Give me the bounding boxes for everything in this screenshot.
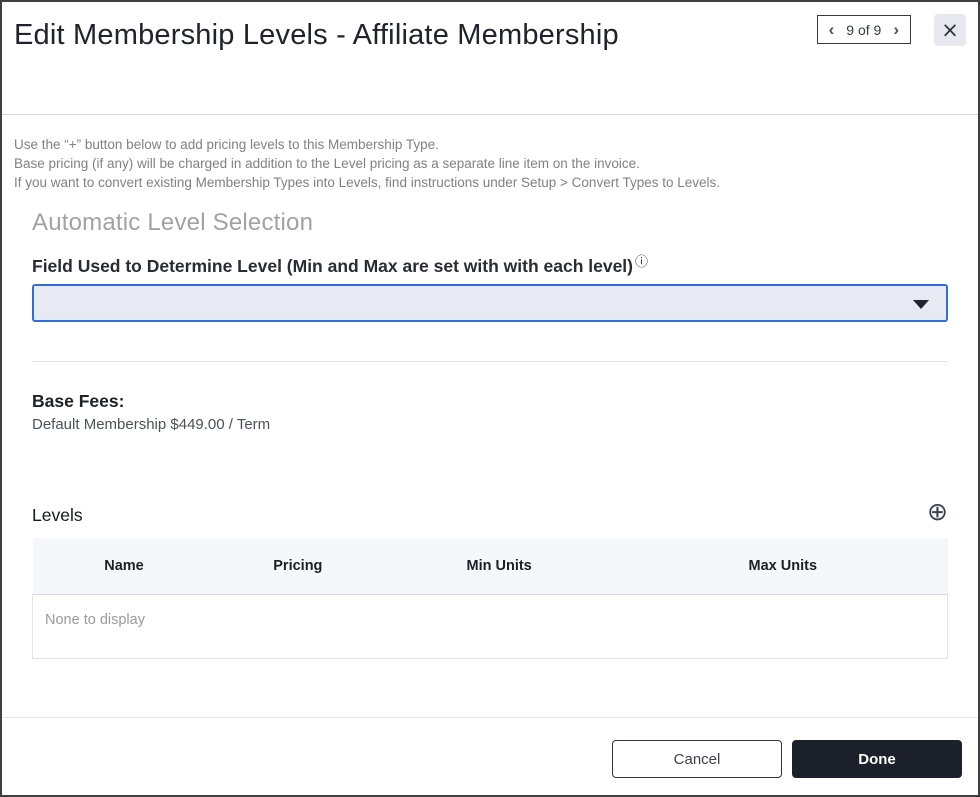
column-header-pricing: Pricing (216, 538, 381, 594)
dialog-header: Edit Membership Levels - Affiliate Membe… (2, 2, 978, 115)
levels-header-row: Levels ⊕ (32, 499, 948, 526)
edit-membership-levels-dialog: Edit Membership Levels - Affiliate Membe… (0, 0, 980, 797)
chevron-down-icon (913, 300, 929, 309)
dialog-title: Edit Membership Levels - Affiliate Membe… (14, 12, 619, 58)
dialog-content: Automatic Level Selection Field Used to … (2, 209, 978, 659)
levels-table: Name Pricing Min Units Max Units None to… (32, 538, 948, 659)
empty-state-message: None to display (45, 612, 935, 628)
header-controls: ‹ 9 of 9 › × (817, 12, 966, 46)
close-icon[interactable]: × (934, 14, 966, 46)
dialog-body: Use the “+” button below to add pricing … (2, 115, 978, 717)
pager-label: 9 of 9 (846, 22, 881, 38)
automatic-level-selection-heading: Automatic Level Selection (32, 209, 948, 237)
empty-state-cell: None to display (33, 594, 948, 658)
base-fees-heading: Base Fees: (32, 391, 948, 412)
pager-prev-icon[interactable]: ‹ (829, 21, 835, 38)
field-used-label-text: Field Used to Determine Level (Min and M… (32, 256, 633, 276)
instructions-text: Use the “+” button below to add pricing … (2, 115, 978, 192)
section-divider (32, 361, 948, 362)
levels-table-header-row: Name Pricing Min Units Max Units (33, 538, 948, 594)
instructions-line-3: If you want to convert existing Membersh… (14, 173, 966, 192)
info-icon[interactable]: ⓘ (635, 255, 648, 270)
column-header-min-units: Min Units (380, 538, 618, 594)
done-button[interactable]: Done (792, 740, 962, 778)
column-header-name: Name (33, 538, 216, 594)
instructions-line-1: Use the “+” button below to add pricing … (14, 135, 966, 154)
pager-next-icon[interactable]: › (893, 21, 899, 38)
levels-heading: Levels (32, 505, 83, 526)
add-level-icon[interactable]: ⊕ (927, 499, 948, 524)
cancel-button[interactable]: Cancel (612, 740, 782, 778)
column-header-max-units: Max Units (618, 538, 947, 594)
record-pager: ‹ 9 of 9 › (817, 15, 911, 44)
field-used-dropdown[interactable] (32, 284, 948, 322)
base-fees-detail: Default Membership $449.00 / Term (32, 416, 948, 433)
field-used-label: Field Used to Determine Level (Min and M… (32, 256, 948, 277)
levels-table-empty-row: None to display (33, 594, 948, 658)
dialog-footer: Cancel Done (2, 717, 978, 795)
instructions-line-2: Base pricing (if any) will be charged in… (14, 154, 966, 173)
